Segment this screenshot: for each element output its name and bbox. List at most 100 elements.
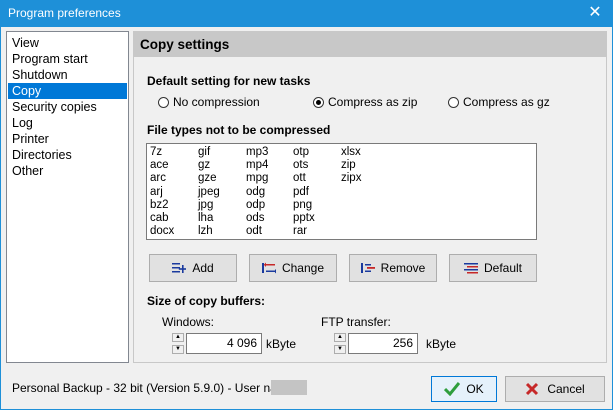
check-icon xyxy=(444,382,461,396)
status-text: Personal Backup - 32 bit (Version 5.9.0)… xyxy=(12,381,297,395)
default-button-label: Default xyxy=(483,261,523,275)
cancel-x-icon xyxy=(526,382,539,396)
panel-header: Copy settings xyxy=(134,32,606,57)
radio-compress-gz[interactable]: Compress as gz xyxy=(448,94,550,110)
radio-label: Compress as gz xyxy=(463,95,550,109)
spin-down-icon[interactable]: ▼ xyxy=(334,345,346,354)
category-item-program-start[interactable]: Program start xyxy=(8,51,127,67)
window-border-left xyxy=(0,27,1,410)
category-item-shutdown[interactable]: Shutdown xyxy=(8,67,127,83)
filetype-item[interactable]: arc xyxy=(150,172,174,185)
windows-buffer-spinner[interactable]: ▲ ▼ 4 096 xyxy=(172,333,262,354)
radio-compress-zip[interactable]: Compress as zip xyxy=(313,94,417,110)
filetype-item[interactable]: gze xyxy=(198,172,220,185)
remove-icon xyxy=(360,263,375,273)
filetype-item[interactable]: ods xyxy=(246,212,268,225)
cancel-button[interactable]: Cancel xyxy=(505,376,605,402)
add-icon xyxy=(172,263,187,273)
panel-body: Default setting for new tasks No compres… xyxy=(134,57,606,362)
ftp-buffer-spinner[interactable]: ▲ ▼ 256 xyxy=(334,333,418,354)
filetype-item[interactable]: lzh xyxy=(198,225,220,238)
radio-label: Compress as zip xyxy=(328,95,418,109)
filetype-item[interactable]: bz2 xyxy=(150,199,174,212)
title-bar: Program preferences ✕ xyxy=(0,0,613,27)
filetypes-column: gif gz gze jpeg jpg lha lzh xyxy=(198,146,220,238)
default-icon xyxy=(463,263,478,274)
filetype-item[interactable]: odg xyxy=(246,186,268,199)
filetype-item[interactable]: zip xyxy=(341,159,361,172)
ftp-buffer-label: FTP transfer: xyxy=(321,315,391,329)
filetype-item[interactable]: mp3 xyxy=(246,146,268,159)
windows-buffer-label: Windows: xyxy=(162,315,215,329)
filetype-item[interactable]: docx xyxy=(150,225,174,238)
spin-up-icon[interactable]: ▲ xyxy=(334,333,346,342)
category-item-printer[interactable]: Printer xyxy=(8,131,127,147)
change-button[interactable]: Change xyxy=(249,254,337,282)
change-button-label: Change xyxy=(281,261,325,275)
filetype-item[interactable]: pptx xyxy=(293,212,315,225)
filetype-item[interactable]: jpeg xyxy=(198,186,220,199)
filetype-item[interactable]: pdf xyxy=(293,186,315,199)
close-icon[interactable]: ✕ xyxy=(583,3,607,23)
spinner-arrows[interactable]: ▲ ▼ xyxy=(334,333,346,354)
remove-button[interactable]: Remove xyxy=(349,254,437,282)
ok-button-label: OK xyxy=(466,382,484,396)
filetype-item[interactable]: ott xyxy=(293,172,315,185)
filetype-item[interactable]: ots xyxy=(293,159,315,172)
remove-button-label: Remove xyxy=(380,261,426,275)
category-item-log[interactable]: Log xyxy=(8,115,127,131)
radio-indicator xyxy=(158,96,169,108)
filetype-item[interactable]: lha xyxy=(198,212,220,225)
filetype-item[interactable]: arj xyxy=(150,186,174,199)
filetype-item[interactable]: ace xyxy=(150,159,174,172)
filetypes-column: xlsx zip zipx xyxy=(341,146,361,186)
category-item-view[interactable]: View xyxy=(8,35,127,51)
windows-buffer-input[interactable]: 4 096 xyxy=(186,333,262,354)
category-item-copy[interactable]: Copy xyxy=(8,83,127,99)
filetype-item[interactable]: odp xyxy=(246,199,268,212)
filetype-item[interactable]: mp4 xyxy=(246,159,268,172)
category-list[interactable]: View Program start Shutdown Copy Securit… xyxy=(6,31,129,363)
copy-settings-panel: Copy settings Default setting for new ta… xyxy=(133,31,607,363)
radio-indicator xyxy=(448,96,459,108)
category-item-directories[interactable]: Directories xyxy=(8,147,127,163)
username-field xyxy=(271,380,307,395)
filetype-item[interactable]: 7z xyxy=(150,146,174,159)
filetype-item[interactable]: cab xyxy=(150,212,174,225)
change-icon xyxy=(261,262,276,274)
filetype-item[interactable]: otp xyxy=(293,146,315,159)
filetype-item[interactable]: rar xyxy=(293,225,315,238)
spin-down-icon[interactable]: ▼ xyxy=(172,345,184,354)
ftp-buffer-input[interactable]: 256 xyxy=(348,333,418,354)
filetype-item[interactable]: gz xyxy=(198,159,220,172)
filetype-item[interactable]: xlsx xyxy=(341,146,361,159)
filetype-item[interactable]: jpg xyxy=(198,199,220,212)
filetypes-column: otp ots ott pdf png pptx rar xyxy=(293,146,315,238)
add-button-label: Add xyxy=(192,261,214,275)
radio-no-compression[interactable]: No compression xyxy=(158,94,260,110)
windows-buffer-unit: kByte xyxy=(266,337,297,351)
ftp-buffer-unit: kByte xyxy=(426,337,457,351)
filetypes-list[interactable]: 7z ace arc arj bz2 cab docx gif gz gze j… xyxy=(146,143,537,240)
ok-button[interactable]: OK xyxy=(431,376,497,402)
filetypes-label: File types not to be compressed xyxy=(147,123,331,137)
filetype-item[interactable]: png xyxy=(293,199,315,212)
cancel-button-label: Cancel xyxy=(547,382,585,396)
filetype-item[interactable]: zipx xyxy=(341,172,361,185)
filetypes-column: 7z ace arc arj bz2 cab docx xyxy=(150,146,174,238)
category-item-other[interactable]: Other xyxy=(8,163,127,179)
radio-label: No compression xyxy=(173,95,260,109)
default-settings-label: Default setting for new tasks xyxy=(147,74,311,88)
filetype-item[interactable]: mpg xyxy=(246,172,268,185)
window-title: Program preferences xyxy=(8,6,121,20)
default-button[interactable]: Default xyxy=(449,254,537,282)
add-button[interactable]: Add xyxy=(149,254,237,282)
radio-indicator-checked xyxy=(313,96,324,108)
filetype-item[interactable]: odt xyxy=(246,225,268,238)
filetype-item[interactable]: gif xyxy=(198,146,220,159)
filetypes-column: mp3 mp4 mpg odg odp ods odt xyxy=(246,146,268,238)
spin-up-icon[interactable]: ▲ xyxy=(172,333,184,342)
category-item-security-copies[interactable]: Security copies xyxy=(8,99,127,115)
spinner-arrows[interactable]: ▲ ▼ xyxy=(172,333,184,354)
buffer-size-label: Size of copy buffers: xyxy=(147,294,266,308)
